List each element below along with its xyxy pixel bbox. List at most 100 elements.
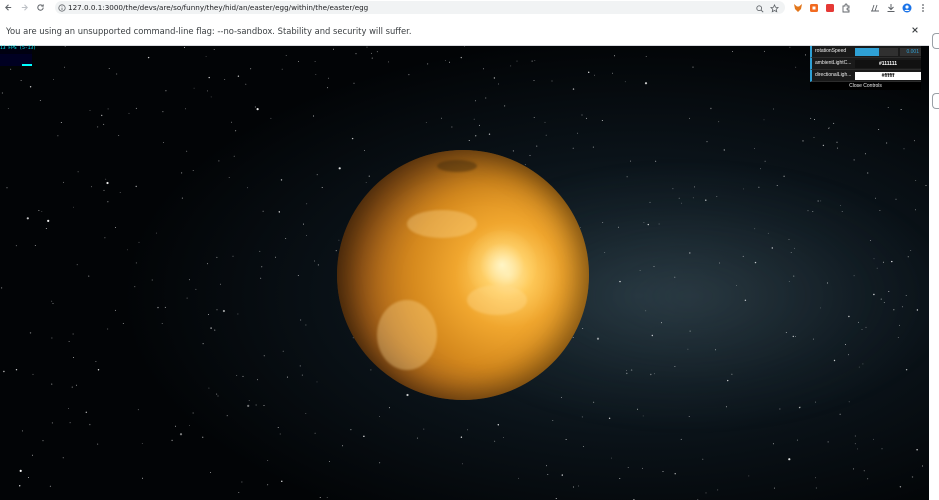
star [839, 413, 841, 415]
extension-orange-icon[interactable] [808, 2, 819, 13]
star [73, 206, 74, 208]
ambient-light-color-input[interactable]: #111111 [855, 60, 921, 68]
devices-icon[interactable] [869, 2, 880, 13]
kebab-menu-icon[interactable] [917, 2, 928, 13]
star [705, 492, 707, 494]
star [52, 302, 54, 304]
download-icon[interactable] [885, 2, 896, 13]
star [326, 496, 328, 498]
side-panel-handle[interactable] [932, 33, 939, 49]
star [555, 498, 557, 499]
star [692, 66, 694, 68]
star [202, 436, 204, 438]
star [306, 203, 308, 205]
star [103, 189, 105, 191]
star [493, 77, 496, 79]
star [754, 147, 755, 149]
star [91, 186, 93, 188]
star [10, 68, 12, 70]
extension-red-icon[interactable] [824, 2, 835, 13]
star [135, 107, 137, 109]
star [875, 197, 876, 199]
star [641, 467, 643, 469]
star [233, 155, 235, 157]
star [107, 201, 109, 203]
star [26, 217, 29, 220]
star [51, 337, 53, 339]
star [581, 416, 583, 418]
forward-arrow-icon[interactable] [16, 0, 32, 15]
star [379, 462, 381, 464]
star [718, 121, 720, 123]
star [34, 244, 36, 246]
star [614, 55, 615, 57]
star [64, 66, 66, 68]
rotation-speed-control[interactable]: rotationSpeed 0.001 [810, 46, 921, 58]
star [210, 96, 212, 98]
star [63, 181, 65, 183]
star [104, 237, 106, 239]
star [314, 260, 316, 262]
directional-light-color-control[interactable]: directionalLigh... #ffffff [810, 70, 921, 82]
star [498, 83, 499, 85]
star [235, 130, 237, 132]
star [242, 375, 244, 377]
star [497, 424, 499, 426]
star [388, 61, 389, 63]
star [1, 287, 3, 289]
star [365, 182, 367, 184]
star [281, 480, 283, 482]
star [547, 473, 549, 475]
star [544, 121, 546, 123]
close-icon[interactable] [909, 24, 921, 36]
star [828, 127, 830, 129]
fps-stats-panel[interactable]: 13 FPS (5-13) [0, 46, 36, 66]
star [327, 77, 329, 79]
star [504, 105, 506, 107]
back-arrow-icon[interactable] [0, 0, 16, 15]
star [588, 71, 590, 73]
star [836, 141, 838, 143]
rotation-speed-slider[interactable] [855, 48, 898, 56]
star [827, 441, 829, 443]
webgl-scene[interactable] [0, 46, 929, 500]
star [864, 153, 866, 155]
star [260, 277, 262, 279]
close-controls-button[interactable]: Close Controls [810, 82, 921, 90]
star [38, 210, 40, 211]
star [467, 429, 469, 431]
star [281, 68, 283, 70]
star [370, 369, 372, 371]
site-info-icon[interactable] [55, 1, 68, 14]
url-text[interactable]: 127.0.0.1:3000/the/devs/are/so/funny/the… [68, 3, 368, 12]
star [245, 83, 247, 85]
star [680, 438, 682, 440]
rotation-speed-input[interactable]: 0.001 [900, 48, 921, 56]
star [106, 181, 109, 185]
directional-light-color-input[interactable]: #ffffff [855, 72, 921, 80]
star [122, 323, 124, 324]
star [551, 80, 553, 82]
star [408, 74, 410, 76]
star [1, 92, 3, 94]
star [64, 46, 66, 47]
star [536, 145, 538, 147]
star [814, 119, 816, 120]
star [118, 135, 120, 136]
address-bar[interactable]: 127.0.0.1:3000/the/devs/are/so/funny/the… [55, 1, 785, 14]
star [21, 430, 23, 432]
metamask-fox-icon[interactable] [792, 2, 803, 13]
star [237, 75, 240, 77]
reload-icon[interactable] [32, 0, 48, 15]
side-panel-handle[interactable] [932, 93, 939, 109]
star [810, 117, 812, 119]
star [873, 438, 874, 440]
star [630, 160, 631, 162]
star [546, 465, 547, 467]
profile-avatar-icon[interactable] [901, 2, 912, 13]
star [516, 60, 518, 62]
extensions-puzzle-icon[interactable] [840, 2, 851, 13]
star [164, 306, 166, 308]
ambient-light-color-control[interactable]: ambientLightC... #111111 [810, 58, 921, 70]
star [388, 407, 390, 409]
